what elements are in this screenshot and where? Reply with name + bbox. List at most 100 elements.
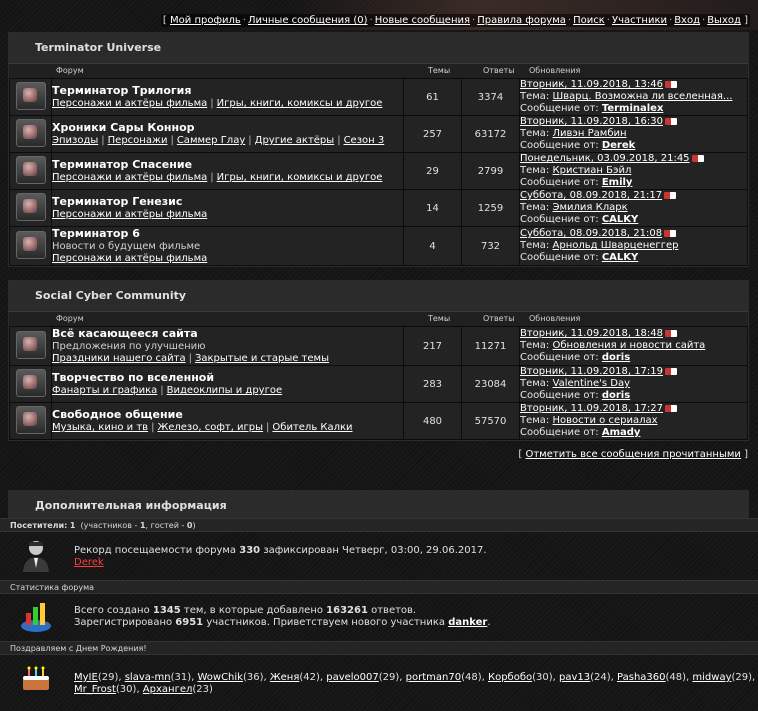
topnav-link[interactable]: Вход (674, 15, 700, 26)
category-social-cyber-community: Social Cyber Community Форум Темы Ответы… (8, 280, 749, 441)
subforum-link[interactable]: Сезон 3 (344, 135, 385, 146)
forum-title-link[interactable]: Терминатор Трилогия (52, 84, 403, 98)
birthday-user-link[interactable]: pavelo007 (326, 672, 379, 683)
topnav-link[interactable]: Новые сообщения (375, 15, 470, 26)
goto-last-post-icon[interactable] (665, 404, 678, 412)
last-post-date-link[interactable]: Вторник, 11.09.2018, 17:27 (520, 403, 663, 414)
subforum-link[interactable]: Игры, книги, комиксы и другое (217, 172, 383, 183)
forum-title-link[interactable]: Хроники Сары Коннор (52, 121, 403, 135)
subforum-link[interactable]: Персонажи и актёры фильма (52, 209, 207, 220)
new-user-link[interactable]: danker (448, 617, 487, 628)
birthday-user-link[interactable]: midway (692, 672, 731, 683)
forum-title-link[interactable]: Терминатор Генезис (52, 195, 403, 209)
birthday-user-link[interactable]: Архангел (143, 684, 193, 695)
topnav-link[interactable]: Поиск (573, 15, 605, 26)
last-post-topic-link[interactable]: Арнольд Шварценеггер (553, 240, 679, 251)
last-post-topic-link[interactable]: Кристиан Бэйл (553, 165, 632, 176)
goto-last-post-icon[interactable] (691, 154, 704, 162)
forum-row: Терминатор Спасение Персонажи и актёры фи… (9, 152, 748, 190)
forum-title-link[interactable]: Терминатор 6 (52, 227, 403, 241)
column-updates: Обновления (529, 66, 581, 75)
forum-last-post: Понедельник, 03.09.2018, 21:45 Тема: Крис… (519, 152, 748, 190)
mark-all-read-link[interactable]: Отметить все сообщения прочитанными (525, 449, 740, 460)
goto-last-post-icon[interactable] (665, 329, 678, 337)
last-post-topic-link[interactable]: Обновления и новости сайта (553, 340, 706, 351)
forum-title-link[interactable]: Творчество по вселенной (52, 371, 403, 385)
topnav-link[interactable]: Участники (612, 15, 667, 26)
forum-status-icon (15, 81, 46, 110)
birthday-user-link[interactable]: Женя (270, 672, 299, 683)
subforum-link[interactable]: Обитель Калки (272, 422, 352, 433)
last-post-date-link[interactable]: Понедельник, 03.09.2018, 21:45 (520, 153, 690, 164)
goto-last-post-icon[interactable] (665, 80, 678, 88)
subforum-link[interactable]: Персонажи и актёры фильма (52, 172, 207, 183)
subforum-link[interactable]: Видеоклипы и другое (167, 385, 282, 396)
last-post-topic-link[interactable]: Ливэн Рамбин (553, 128, 627, 139)
last-post-author-link[interactable]: Terminalex (602, 103, 664, 114)
last-post-author-link[interactable]: doris (602, 390, 630, 401)
birthday-user-link[interactable]: Корбобо (488, 672, 532, 683)
birthday-age: (31) (170, 672, 192, 683)
subforum-link[interactable]: Музыка, кино и тв (52, 422, 148, 433)
goto-last-post-icon[interactable] (664, 229, 677, 237)
subforum-link[interactable]: Игры, книги, комиксы и другое (217, 98, 383, 109)
goto-last-post-icon[interactable] (665, 367, 678, 375)
subforum-link[interactable]: Эпизоды (52, 135, 98, 146)
topnav-link[interactable]: Выход (707, 15, 741, 26)
last-post-author-link[interactable]: Emily (602, 177, 633, 188)
forum-main-cell: Всё касающееся сайта Предложения по улучш… (51, 326, 404, 366)
subforum-link[interactable]: Персонажи и актёры фильма (52, 253, 207, 264)
topnav-link[interactable]: Мой профиль (170, 15, 241, 26)
subforum-link[interactable]: Другие актёры (255, 135, 335, 146)
category-terminator-universe: Terminator Universe Форум Темы Ответы Об… (8, 32, 749, 267)
last-post-topic-line: Тема: Новости о сериалах (520, 415, 747, 427)
forum-title-link[interactable]: Терминатор Спасение (52, 158, 403, 172)
goto-last-post-icon[interactable] (665, 117, 678, 125)
forum-main-cell: Творчество по вселенной Фанарты и графика… (51, 365, 404, 403)
subforum-link[interactable]: Саммер Глау (177, 135, 245, 146)
subforum-link[interactable]: Закрытые и старые темы (195, 353, 329, 364)
last-post-date-link[interactable]: Вторник, 11.09.2018, 16:30 (520, 116, 663, 127)
subforum-link[interactable]: Персонажи и актёры фильма (52, 98, 207, 109)
forum-status-icon (15, 405, 46, 434)
last-post-date-link[interactable]: Суббота, 08.09.2018, 21:08 (520, 228, 662, 239)
last-post-topic-link[interactable]: Новости о сериалах (553, 415, 658, 426)
last-post-date-link[interactable]: Вторник, 11.09.2018, 13:46 (520, 79, 663, 90)
birthday-user-link[interactable]: Mr_Frost (74, 684, 116, 695)
last-post-topic-line: Тема: Кристиан Бэйл (520, 165, 747, 177)
last-post-date-link[interactable]: Суббота, 08.09.2018, 21:17 (520, 190, 662, 201)
last-post-topic-line: Тема: Эмилия Кларк (520, 202, 747, 214)
column-forum: Форум (56, 314, 84, 323)
subforum-link[interactable]: Фанарты и графика (52, 385, 157, 396)
birthday-user-link[interactable]: portman70 (406, 672, 461, 683)
birthday-user-link[interactable]: WowChik (197, 672, 243, 683)
subforum-list: Фанарты и графика | Видеоклипы и другое (52, 385, 403, 397)
last-post-author-link[interactable]: doris (602, 352, 630, 363)
birthday-user-link[interactable]: MyIE (74, 672, 98, 683)
subforum-list: Праздники нашего сайта | Закрытые и старые… (52, 353, 403, 365)
last-post-author-link[interactable]: Amady (602, 427, 641, 438)
forum-title-link[interactable]: Свободное общение (52, 408, 403, 422)
subforum-link[interactable]: Персонажи (108, 135, 168, 146)
last-post-date-link[interactable]: Вторник, 11.09.2018, 17:19 (520, 366, 663, 377)
birthday-user-link[interactable]: pav13 (559, 672, 590, 683)
last-post-topic-link[interactable]: Эмилия Кларк (553, 202, 628, 213)
forum-title-link[interactable]: Всё касающееся сайта (52, 327, 403, 341)
last-post-author-link[interactable]: CALKY (602, 214, 638, 225)
forum-replies-count: 2799 (461, 152, 520, 190)
birthday-user-link[interactable]: Pasha360 (617, 672, 665, 683)
birthday-user-link[interactable]: slava-mn (125, 672, 171, 683)
topnav-link[interactable]: Правила форума (477, 15, 566, 26)
subforum-link[interactable]: Праздники нашего сайта (52, 353, 186, 364)
last-post-author-link[interactable]: Derek (602, 140, 635, 151)
subforum-link[interactable]: Железо, софт, игры (157, 422, 263, 433)
record-user-link[interactable]: Derek (74, 557, 104, 568)
last-post-date-link[interactable]: Вторник, 11.09.2018, 18:48 (520, 328, 663, 339)
last-post-author-link[interactable]: CALKY (602, 252, 638, 263)
last-post-topic-link[interactable]: Valentine's Day (553, 378, 631, 389)
goto-last-post-icon[interactable] (664, 191, 677, 199)
topnav-link[interactable]: Личные сообщения (0) (248, 15, 368, 26)
forum-main-cell: Хроники Сары Коннор Эпизоды | Персонажи | Сам… (51, 115, 404, 153)
last-post-topic-link[interactable]: Шварц. Возможна ли вселенная... (553, 91, 733, 102)
last-post-date-line: Суббота, 08.09.2018, 21:08 (520, 228, 747, 240)
